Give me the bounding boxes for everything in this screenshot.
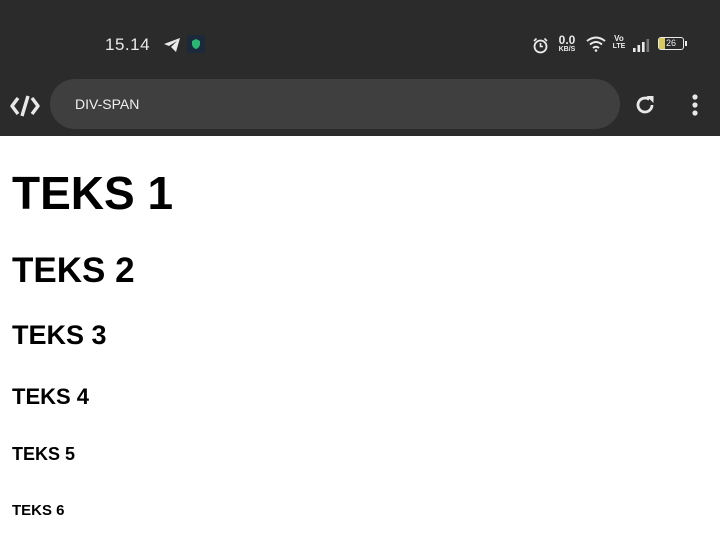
shield-app-icon [187,35,205,53]
more-vertical-icon[interactable] [686,93,704,117]
heading-3: TEKS 3 [12,320,107,350]
browser-toolbar: DIV-SPAN [0,78,720,136]
reload-icon[interactable] [632,92,658,118]
volte-bottom: LTE [612,43,626,50]
status-time: 15.14 [105,35,151,54]
heading-6: TEKS 6 [12,502,65,519]
heading-5: TEKS 5 [12,444,76,464]
alarm-icon [531,36,549,54]
code-logo-icon[interactable] [10,94,40,118]
heading-4: TEKS 4 [12,384,90,409]
heading-2: TEKS 2 [12,251,135,290]
volte-top: Vo [614,34,624,43]
volte-indicator: Vo LTE [612,34,626,51]
telegram-icon [162,36,182,54]
net-speed-value: 0.0 [558,33,576,47]
net-speed-unit: KB/S [558,46,576,53]
status-bar: 15.14 0.0 KB/S Vo LTE 26 [0,0,720,78]
network-speed: 0.0 KB/S [555,34,579,53]
url-text: DIV-SPAN [75,96,140,112]
signal-icon [631,37,651,52]
battery-icon: 26 [658,37,687,50]
wifi-icon [585,35,607,53]
heading-1: TEKS 1 [12,167,174,219]
url-bar[interactable]: DIV-SPAN [50,79,620,129]
battery-level: 26 [665,38,676,48]
